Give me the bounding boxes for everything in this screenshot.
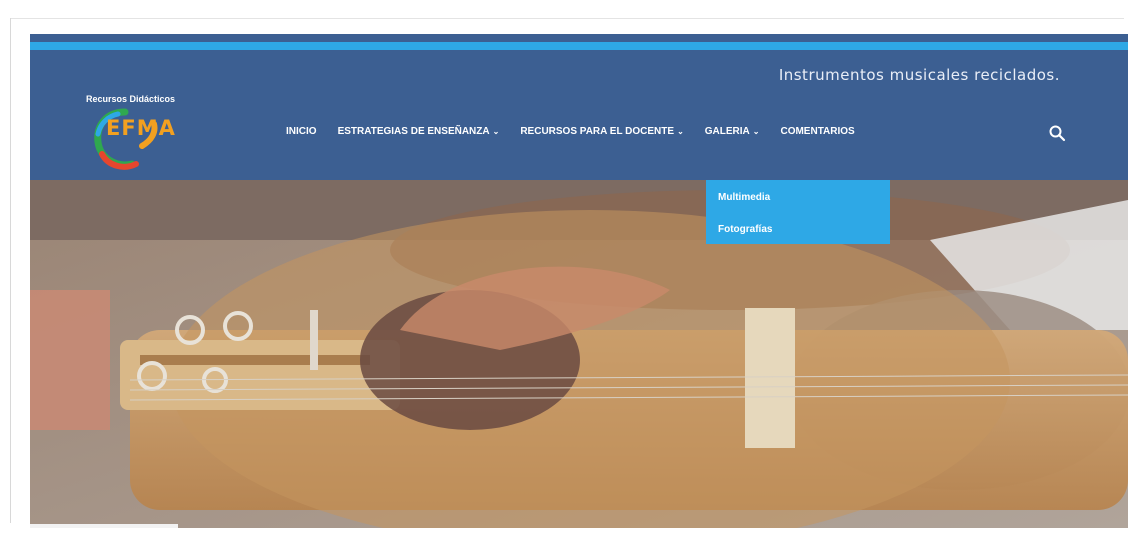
site-header: Instrumentos musicales reciclados. Recur… bbox=[30, 34, 1128, 180]
main-nav: INICIO ESTRATEGIAS DE ENSEÑANZA ⌄ RECURS… bbox=[286, 126, 876, 137]
search-icon[interactable] bbox=[1048, 124, 1066, 142]
nav-item-recursos-docente[interactable]: RECURSOS PARA EL DOCENTE ⌄ bbox=[520, 126, 683, 137]
logo-text: EFMA bbox=[106, 116, 176, 140]
nav-item-inicio[interactable]: INICIO bbox=[286, 126, 317, 137]
page-bottom-strip bbox=[30, 524, 178, 528]
chevron-down-icon: ⌄ bbox=[752, 127, 760, 136]
site-logo[interactable]: Recursos Didácticos EFMA bbox=[86, 92, 216, 174]
dropdown-item-fotografias[interactable]: Fotografías bbox=[718, 224, 772, 235]
dropdown-item-multimedia[interactable]: Multimedia bbox=[718, 192, 770, 203]
nav-label: COMENTARIOS bbox=[780, 126, 855, 137]
nav-item-comentarios[interactable]: COMENTARIOS bbox=[780, 126, 854, 137]
site-tagline: Instrumentos musicales reciclados. bbox=[778, 66, 1060, 84]
website: Instrumentos musicales reciclados. Recur… bbox=[30, 34, 1128, 528]
chevron-down-icon: ⌄ bbox=[677, 127, 684, 136]
hero-image bbox=[30, 180, 1128, 528]
hero-photo-guitar bbox=[30, 180, 1128, 528]
nav-label: GALERIA bbox=[704, 126, 750, 137]
nav-item-galeria[interactable]: GALERIA ⌄ bbox=[705, 126, 760, 137]
screenshot-border-left bbox=[10, 18, 11, 523]
chevron-down-icon: ⌄ bbox=[492, 127, 500, 136]
nav-label: INICIO bbox=[286, 126, 317, 137]
nav-item-estrategias[interactable]: ESTRATEGIAS DE ENSEÑANZA ⌄ bbox=[338, 126, 500, 137]
accent-stripe bbox=[30, 42, 1128, 50]
nav-label: ESTRATEGIAS DE ENSEÑANZA bbox=[337, 126, 490, 137]
galeria-dropdown-menu: Multimedia Fotografías bbox=[706, 180, 890, 244]
nav-label: RECURSOS PARA EL DOCENTE bbox=[520, 126, 675, 137]
logo-caption: Recursos Didácticos bbox=[86, 94, 176, 104]
screenshot-border-top bbox=[10, 18, 1124, 19]
